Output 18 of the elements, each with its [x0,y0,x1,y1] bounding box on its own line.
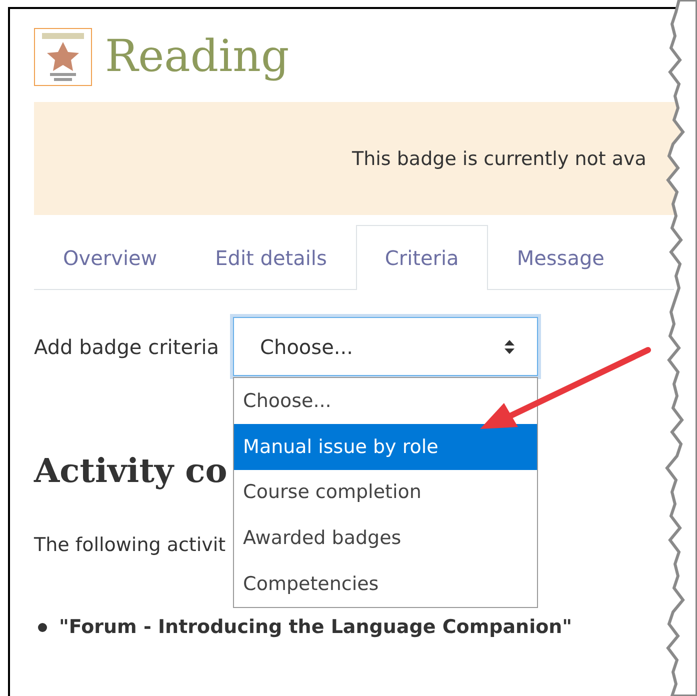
section-heading: Activity co [34,450,228,492]
tab[interactable]: Criteria [356,225,488,290]
select-field[interactable]: Choose... [233,317,538,376]
dropdown-option[interactable]: Choose... [234,378,538,424]
list-item: "Forum - Introducing the Language Companion" [59,616,572,638]
tab[interactable]: Edit details [186,225,356,290]
dropdown-option[interactable]: Competencies [234,561,538,607]
page-title: Reading [105,30,290,84]
notice-text: This badge is currently not ava [352,148,646,170]
sort-arrows-icon [504,338,516,354]
tab[interactable]: Message [488,225,634,290]
field-label: Add badge criteria [34,334,220,358]
intro-text: The following activit [34,534,226,556]
dropdown-option[interactable]: Awarded badges [234,515,538,562]
bullet-icon [38,622,47,632]
dropdown-option[interactable]: Course completion [234,470,538,516]
tab[interactable]: Overview [34,225,186,290]
dropdown-option[interactable]: Manual issue by role [234,424,538,470]
